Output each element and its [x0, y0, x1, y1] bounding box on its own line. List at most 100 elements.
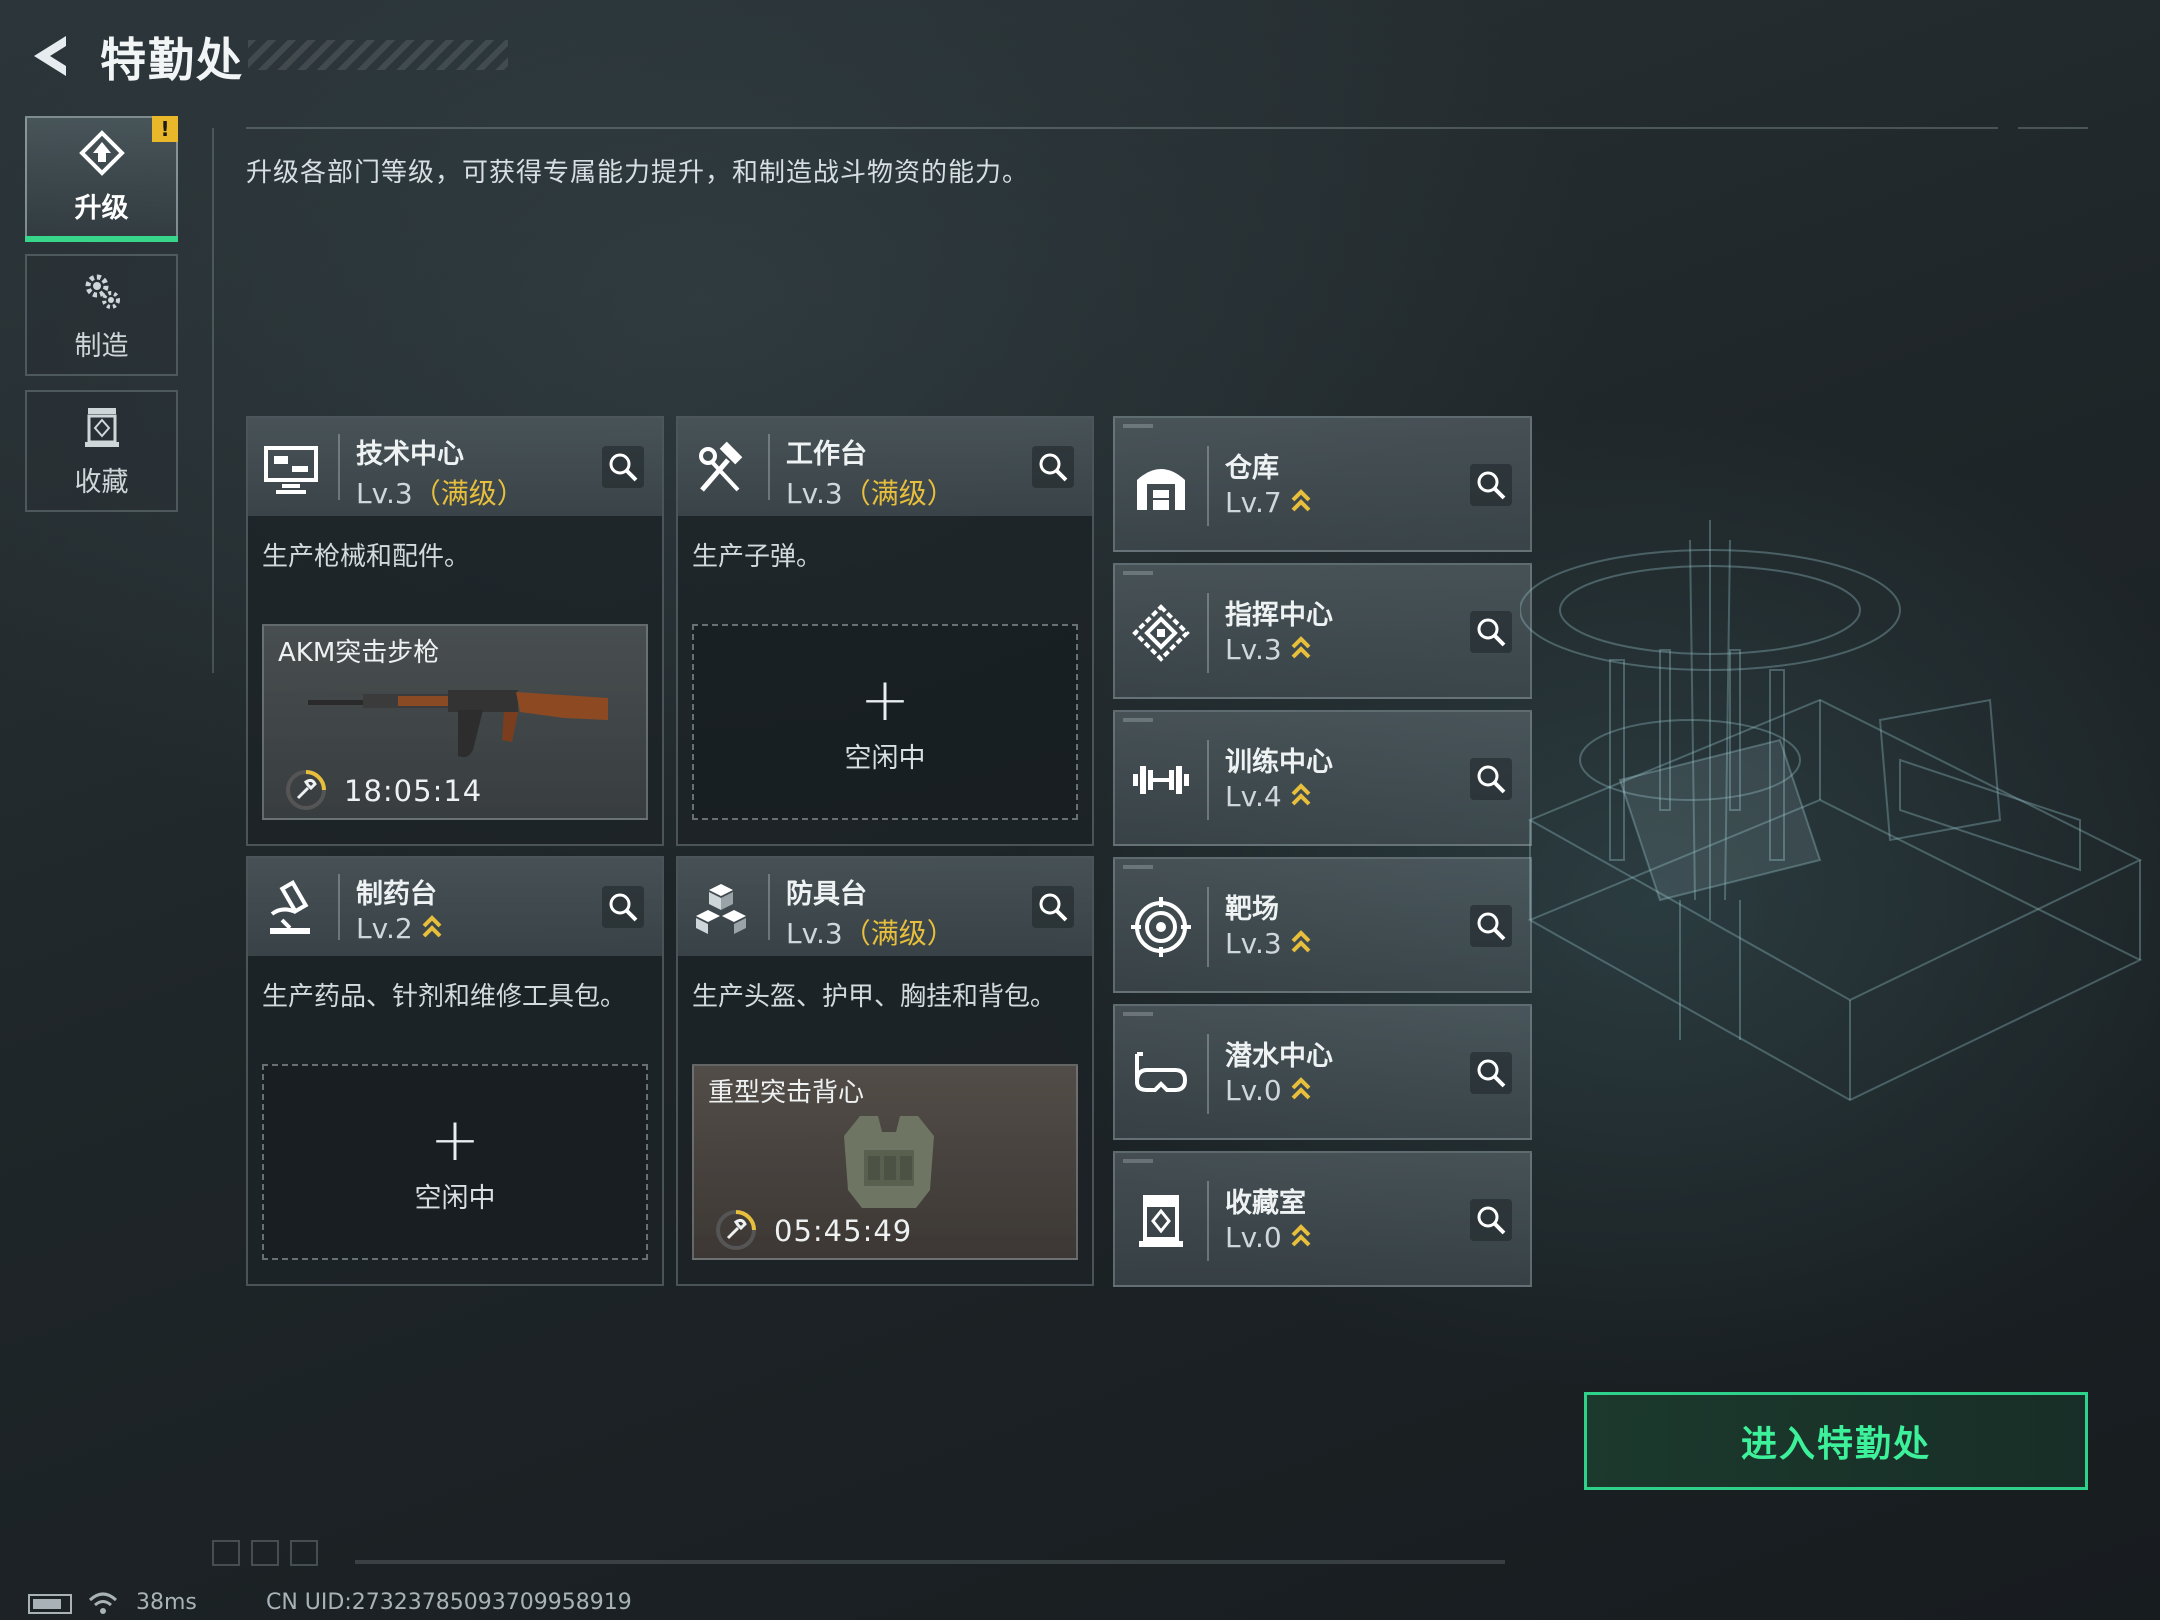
department-description: 生产头盔、护甲、胸挂和背包。 [692, 982, 1057, 1012]
corner-mark [1123, 571, 1153, 575]
upgrade-chevron-icon [1291, 636, 1311, 659]
separator [1207, 1034, 1209, 1114]
level-value: Lv.2 [356, 912, 413, 945]
status-bar: 38ms CN UID:27323785093709958919 [0, 1586, 2160, 1620]
facility-card-shooting-range[interactable]: 靶场 Lv.3 [1113, 857, 1532, 993]
corner-mark [1123, 865, 1153, 869]
command-icon [1132, 604, 1190, 662]
level-value: Lv.0 [1225, 1074, 1282, 1107]
header-divider [2018, 127, 2088, 129]
department-card-tech-center[interactable]: 技术中心 Lv.3（满级） 生产枪械和配件。 AKM突击步枪 18:05:14 [246, 416, 664, 846]
department-name: 制药台 [356, 879, 437, 910]
gears-icon [85, 274, 120, 309]
search-icon[interactable] [1470, 1052, 1512, 1094]
search-icon[interactable] [1032, 886, 1074, 928]
tab-collection[interactable]: 收藏 [25, 390, 178, 512]
battery-icon [28, 1594, 72, 1614]
facility-card-collection-room[interactable]: 收藏室 Lv.0 [1113, 1151, 1532, 1287]
base-wireframe-illustration [1520, 520, 2143, 1102]
department-card-workbench[interactable]: 工作台 Lv.3（满级） 生产子弹。 + 空闲中 [676, 416, 1094, 846]
upgrade-chevron-icon [1291, 930, 1311, 953]
separator [768, 874, 770, 940]
alert-badge: ! [152, 116, 178, 142]
collection-room-icon [1139, 1195, 1183, 1247]
production-slot[interactable]: 重型突击背心 05:45:49 [692, 1064, 1078, 1260]
diving-mask-icon [1134, 1052, 1188, 1092]
collection-icon [84, 407, 119, 447]
facility-card-training-center[interactable]: 训练中心 Lv.4 [1113, 710, 1532, 846]
facility-card-diving-center[interactable]: 潜水中心 Lv.0 [1113, 1004, 1532, 1140]
tab-label: 收藏 [74, 466, 129, 498]
item-name: 重型突击背心 [708, 1078, 865, 1108]
search-icon[interactable] [602, 886, 644, 928]
search-icon[interactable] [602, 446, 644, 488]
department-name: 防具台 [786, 879, 867, 910]
facility-level: Lv.3 [1225, 633, 1312, 666]
department-description: 生产药品、针剂和维修工具包。 [262, 982, 627, 1012]
card-header: 制药台 Lv.2 [248, 858, 662, 956]
corner-mark [1123, 424, 1153, 428]
department-level: Lv.3（满级） [786, 472, 955, 512]
cubes-icon [696, 884, 746, 934]
decorative-squares [212, 1540, 318, 1566]
enter-special-ops-button[interactable]: 进入特勤处 [1584, 1392, 2088, 1490]
separator [1207, 593, 1209, 673]
header-divider [246, 127, 1998, 129]
facility-card-warehouse[interactable]: 仓库 Lv.7 [1113, 416, 1532, 552]
facility-level: Lv.0 [1225, 1074, 1312, 1107]
level-value: Lv.3 [786, 917, 843, 950]
add-icon: + [859, 664, 911, 735]
production-slot[interactable]: AKM突击步枪 18:05:14 [262, 624, 648, 820]
level-value: Lv.3 [356, 477, 413, 510]
facility-name: 训练中心 [1225, 747, 1333, 778]
card-header: 工作台 Lv.3（满级） [678, 418, 1092, 516]
level-value: Lv.7 [1225, 486, 1282, 519]
add-icon: + [429, 1104, 481, 1175]
user-uid: CN UID:27323785093709958919 [266, 1590, 632, 1615]
department-level: Lv.3（满级） [786, 912, 955, 952]
card-header: 技术中心 Lv.3（满级） [248, 418, 662, 516]
department-card-armor[interactable]: 防具台 Lv.3（满级） 生产头盔、护甲、胸挂和背包。 重型突击背心 05:45… [676, 856, 1094, 1286]
wrench-timer-icon [716, 1210, 756, 1250]
dumbbell-icon [1133, 766, 1189, 794]
search-icon[interactable] [1470, 1199, 1512, 1241]
tab-craft[interactable]: 制造 [25, 254, 178, 376]
max-level-tag: （满级） [842, 917, 955, 950]
hammer-wrench-icon [699, 441, 743, 492]
idle-label: 空闲中 [414, 1182, 496, 1214]
wifi-icon [88, 1592, 118, 1614]
search-icon[interactable] [1470, 464, 1512, 506]
microscope-icon [270, 880, 310, 934]
upgrade-chevron-icon [1291, 783, 1311, 806]
top-bar: 特勤处 [0, 0, 2160, 110]
separator [1207, 887, 1209, 967]
search-icon[interactable] [1470, 758, 1512, 800]
upgrade-chevron-icon [1291, 1224, 1311, 1247]
department-level: Lv.3（满级） [356, 472, 525, 512]
ping-value: 38ms [136, 1590, 197, 1615]
search-icon[interactable] [1470, 905, 1512, 947]
level-value: Lv.4 [1225, 780, 1282, 813]
separator [338, 434, 340, 500]
level-value: Lv.3 [786, 477, 843, 510]
facility-name: 仓库 [1225, 453, 1279, 484]
empty-slot[interactable]: + 空闲中 [692, 624, 1078, 820]
facility-level: Lv.4 [1225, 780, 1312, 813]
upgrade-chevron-icon [1291, 1077, 1311, 1100]
tab-upgrade[interactable]: ! 升级 [25, 116, 178, 242]
facility-level: Lv.0 [1225, 1221, 1312, 1254]
page-title: 特勤处 [100, 33, 244, 87]
max-level-tag: （满级） [842, 477, 955, 510]
facility-level: Lv.7 [1225, 486, 1312, 519]
upgrade-chevron-icon [1291, 489, 1311, 512]
facility-card-command-center[interactable]: 指挥中心 Lv.3 [1113, 563, 1532, 699]
back-arrow-icon[interactable] [24, 30, 76, 82]
separator [338, 874, 340, 940]
department-level: Lv.2 [356, 912, 443, 945]
target-icon [1131, 897, 1191, 957]
empty-slot[interactable]: + 空闲中 [262, 1064, 648, 1260]
department-card-pharmacy[interactable]: 制药台 Lv.2 生产药品、针剂和维修工具包。 + 空闲中 [246, 856, 664, 1286]
department-name: 工作台 [786, 439, 867, 470]
search-icon[interactable] [1032, 446, 1074, 488]
search-icon[interactable] [1470, 611, 1512, 653]
